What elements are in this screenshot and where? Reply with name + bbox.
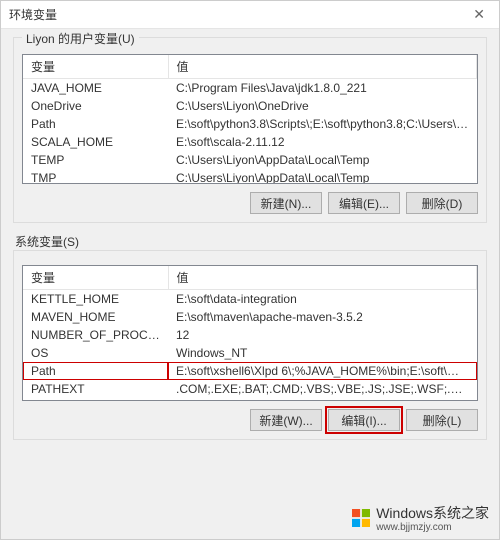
cell-value: E:\soft\scala-2.11.12 <box>168 133 477 151</box>
close-icon[interactable]: ✕ <box>467 4 491 25</box>
table-row[interactable]: TMPC:\Users\Liyon\AppData\Local\Temp <box>23 169 477 184</box>
cell-variable: Path <box>23 115 168 133</box>
cell-variable: KETTLE_HOME <box>23 290 168 309</box>
user-delete-button[interactable]: 删除(D) <box>406 192 478 214</box>
cell-variable: OneDrive <box>23 97 168 115</box>
cell-variable: MAVEN_HOME <box>23 308 168 326</box>
table-row[interactable]: OneDriveC:\Users\Liyon\OneDrive <box>23 97 477 115</box>
cell-variable: PATHEXT <box>23 380 168 398</box>
cell-value: AMD64 <box>168 398 477 401</box>
table-row[interactable]: NUMBER_OF_PROCESSORS12 <box>23 326 477 344</box>
table-row[interactable]: PROCESSOR_ARCHITECT...AMD64 <box>23 398 477 401</box>
table-row[interactable]: PathE:\soft\python3.8\Scripts\;E:\soft\p… <box>23 115 477 133</box>
window-title: 环境变量 <box>9 6 57 23</box>
col-header-variable[interactable]: 变量 <box>23 55 168 79</box>
dialog-content: Liyon 的用户变量(U) 变量 值 JAVA_HOMEC:\Program … <box>1 29 499 539</box>
cell-value: .COM;.EXE;.BAT;.CMD;.VBS;.VBE;.JS;.JSE;.… <box>168 380 477 398</box>
watermark-text: Windows系统之家 www.bjjmzjy.com <box>376 503 489 533</box>
windows-logo-icon <box>352 509 370 527</box>
sys-vars-group: 变量 值 KETTLE_HOMEE:\soft\data-integration… <box>13 250 487 440</box>
cell-value: 12 <box>168 326 477 344</box>
cell-value: E:\soft\data-integration <box>168 290 477 309</box>
col-header-value[interactable]: 值 <box>168 55 477 79</box>
user-new-button[interactable]: 新建(N)... <box>250 192 322 214</box>
cell-value: C:\Users\Liyon\OneDrive <box>168 97 477 115</box>
cell-variable: SCALA_HOME <box>23 133 168 151</box>
user-vars-label: Liyon 的用户变量(U) <box>22 30 139 47</box>
sys-vars-label: 系统变量(S) <box>15 233 487 250</box>
user-vars-group: Liyon 的用户变量(U) 变量 值 JAVA_HOMEC:\Program … <box>13 37 487 223</box>
cell-variable: Path <box>23 362 168 380</box>
sys-vars-table[interactable]: 变量 值 KETTLE_HOMEE:\soft\data-integration… <box>23 266 477 401</box>
user-vars-table[interactable]: 变量 值 JAVA_HOMEC:\Program Files\Java\jdk1… <box>23 55 477 184</box>
cell-value: C:\Users\Liyon\AppData\Local\Temp <box>168 151 477 169</box>
table-row[interactable]: SCALA_HOMEE:\soft\scala-2.11.12 <box>23 133 477 151</box>
table-row[interactable]: JAVA_HOMEC:\Program Files\Java\jdk1.8.0_… <box>23 79 477 98</box>
titlebar[interactable]: 环境变量 ✕ <box>1 1 499 29</box>
user-edit-button[interactable]: 编辑(E)... <box>328 192 400 214</box>
table-row[interactable]: KETTLE_HOMEE:\soft\data-integration <box>23 290 477 309</box>
col-header-value[interactable]: 值 <box>168 266 477 290</box>
cell-variable: TMP <box>23 169 168 184</box>
sys-delete-button[interactable]: 删除(L) <box>406 409 478 431</box>
cell-value: C:\Users\Liyon\AppData\Local\Temp <box>168 169 477 184</box>
table-row[interactable]: OSWindows_NT <box>23 344 477 362</box>
watermark-url: www.bjjmzjy.com <box>376 523 489 533</box>
cell-value: Windows_NT <box>168 344 477 362</box>
sys-vars-table-wrap: 变量 值 KETTLE_HOMEE:\soft\data-integration… <box>22 265 478 401</box>
cell-value: E:\soft\xshell6\Xlpd 6\;%JAVA_HOME%\bin;… <box>168 362 477 380</box>
table-row[interactable]: TEMPC:\Users\Liyon\AppData\Local\Temp <box>23 151 477 169</box>
cell-variable: NUMBER_OF_PROCESSORS <box>23 326 168 344</box>
user-vars-table-wrap: 变量 值 JAVA_HOMEC:\Program Files\Java\jdk1… <box>22 54 478 184</box>
watermark-title: Windows系统之家 <box>376 505 489 521</box>
cell-value: E:\soft\python3.8\Scripts\;E:\soft\pytho… <box>168 115 477 133</box>
sys-vars-buttons: 新建(W)... 编辑(I)... 删除(L) <box>22 409 478 431</box>
table-row[interactable]: PathE:\soft\xshell6\Xlpd 6\;%JAVA_HOME%\… <box>23 362 477 380</box>
cell-variable: OS <box>23 344 168 362</box>
cell-value: E:\soft\maven\apache-maven-3.5.2 <box>168 308 477 326</box>
table-row[interactable]: MAVEN_HOMEE:\soft\maven\apache-maven-3.5… <box>23 308 477 326</box>
col-header-variable[interactable]: 变量 <box>23 266 168 290</box>
env-vars-dialog: 环境变量 ✕ Liyon 的用户变量(U) 变量 值 JAVA_HOMEC:\P… <box>0 0 500 540</box>
user-vars-buttons: 新建(N)... 编辑(E)... 删除(D) <box>22 192 478 214</box>
sys-edit-button[interactable]: 编辑(I)... <box>328 409 400 431</box>
cell-variable: JAVA_HOME <box>23 79 168 98</box>
table-row[interactable]: PATHEXT.COM;.EXE;.BAT;.CMD;.VBS;.VBE;.JS… <box>23 380 477 398</box>
cell-variable: PROCESSOR_ARCHITECT... <box>23 398 168 401</box>
cell-variable: TEMP <box>23 151 168 169</box>
cell-value: C:\Program Files\Java\jdk1.8.0_221 <box>168 79 477 98</box>
watermark: Windows系统之家 www.bjjmzjy.com <box>352 503 489 533</box>
sys-new-button[interactable]: 新建(W)... <box>250 409 322 431</box>
